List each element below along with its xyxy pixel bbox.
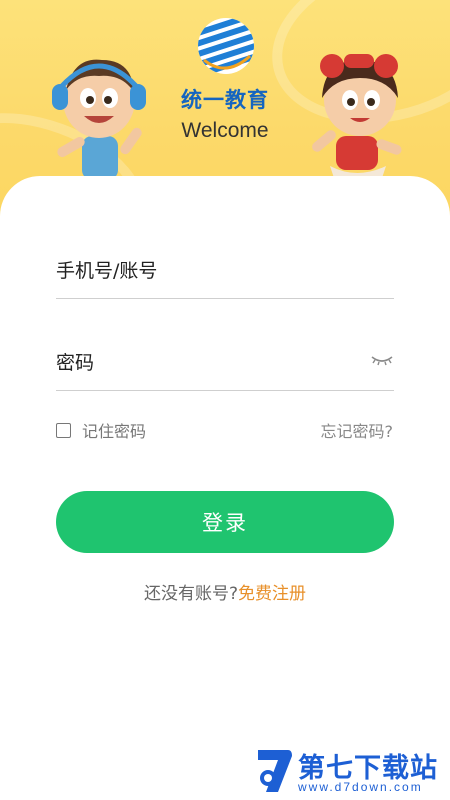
login-button[interactable]: 登录 [56,491,394,553]
closed-eye-icon[interactable] [370,352,394,368]
password-input[interactable]: 密码 [56,334,394,391]
checkbox-icon[interactable] [56,422,71,438]
boy-mascot-illustration [52,59,146,180]
password-placeholder: 密码 [56,352,95,374]
register-prompt: 还没有账号?免费注册 [0,579,450,604]
phone-account-input[interactable]: 手机号/账号 [56,242,394,299]
brand-name: 统一教育 [181,88,269,112]
watermark-url: www.d7down.com [298,780,423,794]
watermark-logo-icon [258,750,292,792]
free-register-link[interactable]: 免费注册 [238,584,306,604]
remember-password-toggle[interactable]: 记住密码 [56,418,146,442]
phone-account-placeholder: 手机号/账号 [56,260,158,282]
no-account-text: 还没有账号? [143,584,239,604]
forgot-password-link[interactable]: 忘记密码? [321,418,394,442]
watermark: 第七下载站 www.d7down.com [254,744,450,800]
striped-globe-icon [198,18,254,74]
welcome-text: Welcome [181,119,269,142]
remember-password-label: 记住密码 [82,422,147,441]
